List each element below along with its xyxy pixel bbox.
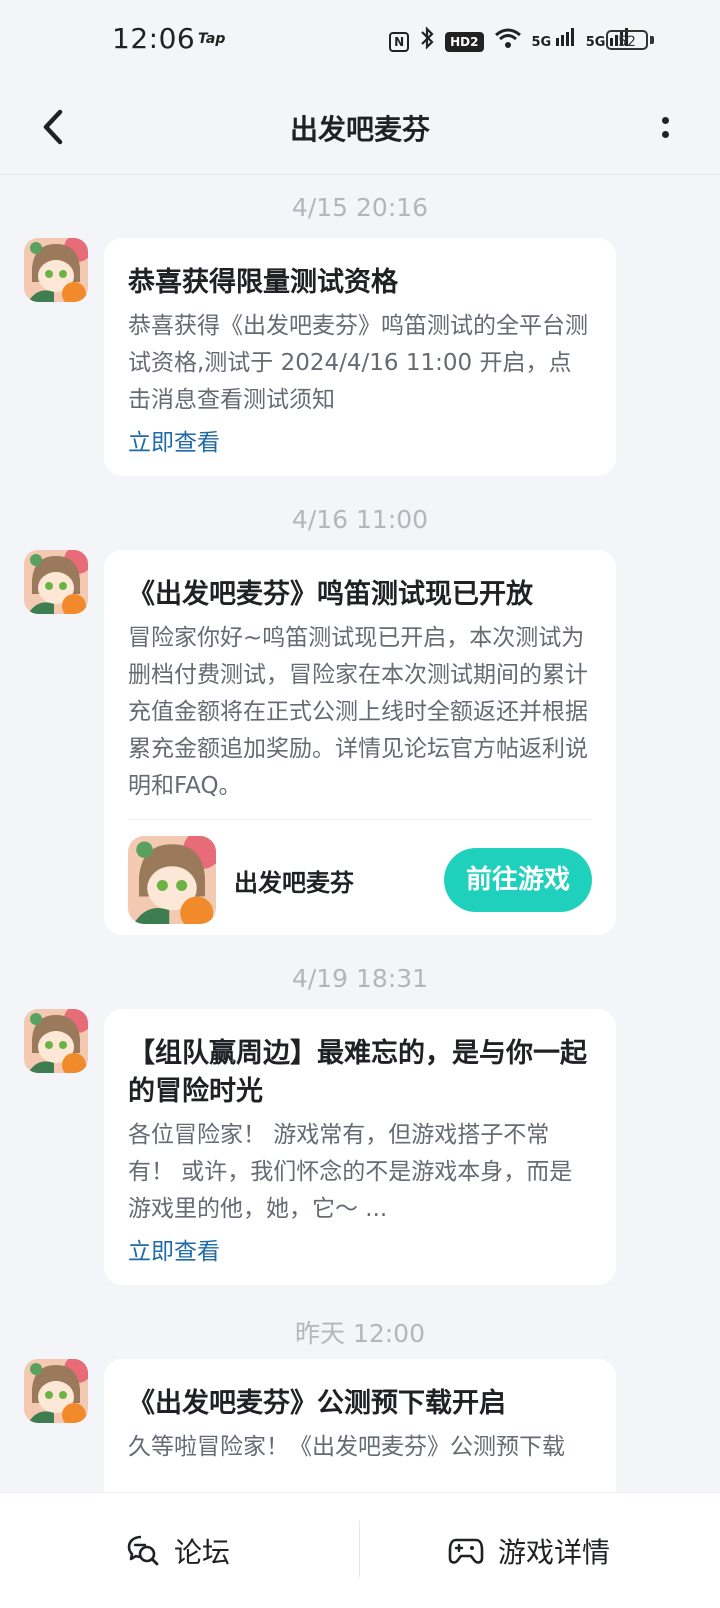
message-body: 恭喜获得《出发吧麦芬》鸣笛测试的全平台测试资格,测试于 2024/4/16 11… <box>128 313 588 413</box>
game-avatar[interactable] <box>24 1009 88 1073</box>
message-body: 冒险家你好~鸣笛测试现已开启，本次测试为删档付费测试，冒险家在本次测试期间的累计… <box>128 625 588 799</box>
game-avatar-icon <box>24 1009 88 1073</box>
status-bar: 12:06 Tap N HD2 5G 5G 52 <box>0 0 720 82</box>
network-label-2: 5G <box>585 35 606 50</box>
message-timestamp: 4/16 11:00 <box>291 505 429 534</box>
wifi-icon <box>494 27 522 56</box>
forum-label: 论坛 <box>174 1535 231 1569</box>
message-title: 《出发吧麦芬》公测预下载开启 <box>128 1388 506 1419</box>
battery-nub <box>650 36 654 44</box>
more-options-button[interactable] <box>650 106 680 150</box>
forum-button[interactable]: 论坛 <box>126 1493 230 1608</box>
game-avatar[interactable] <box>24 238 88 302</box>
game-avatar-icon <box>24 1359 88 1423</box>
game-name: 出发吧麦芬 <box>234 868 354 897</box>
nfc-icon: N <box>389 31 410 52</box>
go-to-game-button[interactable]: 前往游戏 <box>444 848 592 912</box>
forum-chat-icon <box>127 1535 159 1565</box>
message-card[interactable]: 《出发吧麦芬》鸣笛测试现已开放 冒险家你好~鸣笛测试现已开启，本次测试为删档付费… <box>104 550 616 935</box>
signal-5g-icon: 5G <box>532 28 576 55</box>
hd-icon: HD2 <box>445 31 484 52</box>
taptap-badge: Tap <box>198 31 226 47</box>
message-body: 各位冒险家！ 游戏常有，但游戏搭子不常有！ 或许，我们怀念的不是游戏本身，而是游… <box>128 1122 573 1222</box>
more-dot-icon <box>662 117 669 124</box>
game-avatar[interactable] <box>24 1359 88 1423</box>
game-details-label: 游戏详情 <box>498 1535 611 1569</box>
message-feed[interactable]: 4/15 20:16 恭喜获得限量测试资格 恭喜获得《出发吧麦芬》鸣笛测试的全平… <box>0 175 720 1493</box>
message-body: 久等啦冒险家！《出发吧麦芬》公测预下载 <box>128 1434 565 1460</box>
game-entry-row: 出发吧麦芬 前往游戏 <box>128 836 592 924</box>
game-app-icon <box>128 836 216 924</box>
page-title: 出发吧麦芬 <box>289 113 430 146</box>
game-avatar-icon <box>24 550 88 614</box>
message-timestamp: 4/19 18:31 <box>291 964 429 993</box>
network-label: 5G <box>531 35 552 50</box>
message-card[interactable]: 恭喜获得限量测试资格 恭喜获得《出发吧麦芬》鸣笛测试的全平台测试资格,测试于 2… <box>104 238 616 476</box>
game-avatar[interactable] <box>24 550 88 614</box>
message-card[interactable]: 《出发吧麦芬》公测预下载开启 久等啦冒险家！《出发吧麦芬》公测预下载 <box>104 1359 616 1493</box>
battery-icon: 52 <box>606 30 648 50</box>
message-title: 《出发吧麦芬》鸣笛测试现已开放 <box>128 579 533 610</box>
more-dot-icon <box>662 131 669 138</box>
status-time: 12:06 <box>112 22 196 55</box>
card-divider <box>128 819 592 820</box>
status-icons: N HD2 5G 5G <box>389 26 630 57</box>
header-bar: 出发吧麦芬 <box>0 82 720 175</box>
gamepad-icon <box>448 1538 484 1564</box>
game-icon[interactable] <box>128 836 216 924</box>
game-details-button[interactable]: 游戏详情 <box>448 1493 610 1608</box>
message-timestamp: 昨天 12:00 <box>295 1319 425 1348</box>
bottom-bar-divider <box>359 1521 360 1577</box>
game-avatar-icon <box>24 238 88 302</box>
message-card[interactable]: 【组队赢周边】最难忘的，是与你一起的冒险时光 各位冒险家！ 游戏常有，但游戏搭子… <box>104 1009 616 1285</box>
bluetooth-icon <box>419 26 435 57</box>
view-now-link[interactable]: 立即查看 <box>128 425 592 462</box>
bottom-action-bar: 论坛 游戏详情 <box>0 1493 720 1608</box>
view-now-link[interactable]: 立即查看 <box>128 1234 592 1271</box>
message-title: 【组队赢周边】最难忘的，是与你一起的冒险时光 <box>128 1038 587 1107</box>
message-title: 恭喜获得限量测试资格 <box>128 267 398 298</box>
message-timestamp: 4/15 20:16 <box>291 193 429 222</box>
